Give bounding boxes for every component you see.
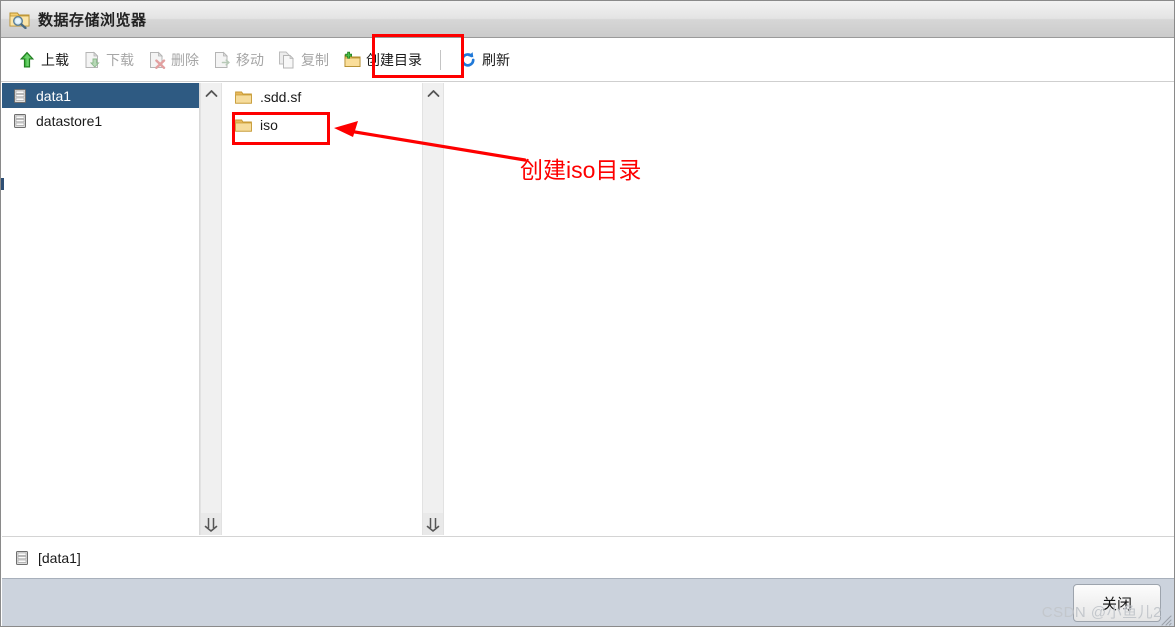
download-button[interactable]: 下载 bbox=[76, 45, 141, 75]
folder-icon bbox=[235, 90, 252, 104]
upload-label: 上载 bbox=[41, 52, 69, 68]
datastore-label: data1 bbox=[36, 87, 72, 104]
new-folder-icon bbox=[343, 51, 361, 69]
scroll-down-double-icon[interactable] bbox=[423, 513, 443, 535]
folder-icon bbox=[235, 118, 252, 132]
folder-pane-scrollbar[interactable] bbox=[422, 83, 444, 535]
datastore-icon bbox=[12, 113, 28, 129]
refresh-label: 刷新 bbox=[482, 52, 510, 68]
upload-arrow-icon bbox=[18, 51, 36, 69]
copy-label: 复制 bbox=[301, 52, 329, 68]
download-file-icon bbox=[83, 51, 101, 69]
refresh-button[interactable]: 刷新 bbox=[452, 45, 517, 75]
datastore-icon bbox=[14, 550, 30, 566]
window-title: 数据存储浏览器 bbox=[38, 11, 147, 29]
datastore-item-data1[interactable]: data1 bbox=[2, 83, 199, 108]
datastore-list-pane: data1 datastore1 bbox=[2, 83, 200, 535]
create-directory-label: 创建目录 bbox=[366, 52, 422, 68]
delete-label: 删除 bbox=[171, 52, 199, 68]
copy-button[interactable]: 复制 bbox=[271, 45, 336, 75]
current-path-label: [data1] bbox=[38, 549, 81, 566]
datastore-label: datastore1 bbox=[36, 112, 103, 129]
status-bar: [data1] bbox=[2, 536, 1174, 578]
datastore-icon bbox=[12, 88, 28, 104]
delete-button[interactable]: 删除 bbox=[141, 45, 206, 75]
resize-grip-icon[interactable] bbox=[1160, 613, 1172, 626]
upload-button[interactable]: 上载 bbox=[11, 45, 76, 75]
copy-file-icon bbox=[278, 51, 296, 69]
scroll-down-double-icon[interactable] bbox=[201, 513, 221, 535]
folder-item-iso[interactable]: iso bbox=[223, 111, 422, 139]
csdn-watermark: CSDN @小鱼儿2 bbox=[1041, 604, 1162, 621]
folder-list-pane: .sdd.sf iso bbox=[223, 83, 422, 535]
download-label: 下载 bbox=[106, 52, 134, 68]
move-button[interactable]: 移动 bbox=[206, 45, 271, 75]
folder-label: iso bbox=[260, 117, 278, 133]
folder-item-sdd-sf[interactable]: .sdd.sf bbox=[223, 83, 422, 111]
folder-search-icon bbox=[9, 9, 31, 30]
dialog-footer: 关闭 bbox=[2, 578, 1174, 626]
datastore-pane-scrollbar[interactable] bbox=[200, 83, 222, 535]
main-toolbar: 上载 下载 删除 移动 复制 创建目录 刷新 bbox=[1, 39, 1174, 82]
edge-marker bbox=[1, 178, 4, 190]
scroll-up-icon[interactable] bbox=[423, 83, 443, 103]
move-file-icon bbox=[213, 51, 231, 69]
move-label: 移动 bbox=[236, 52, 264, 68]
datastore-browser-window: 数据存储浏览器 上载 下载 删除 移动 复制 创建目录 刷新 data1 dat… bbox=[0, 0, 1175, 627]
create-iso-annotation-text: 创建iso目录 bbox=[520, 157, 642, 183]
create-directory-button[interactable]: 创建目录 bbox=[336, 45, 429, 75]
refresh-icon bbox=[459, 51, 477, 69]
scroll-up-icon[interactable] bbox=[201, 83, 221, 103]
toolbar-separator bbox=[440, 50, 441, 70]
folder-label: .sdd.sf bbox=[260, 89, 302, 105]
delete-file-icon bbox=[148, 51, 166, 69]
window-titlebar: 数据存储浏览器 bbox=[1, 1, 1174, 38]
datastore-item-datastore1[interactable]: datastore1 bbox=[2, 108, 199, 133]
